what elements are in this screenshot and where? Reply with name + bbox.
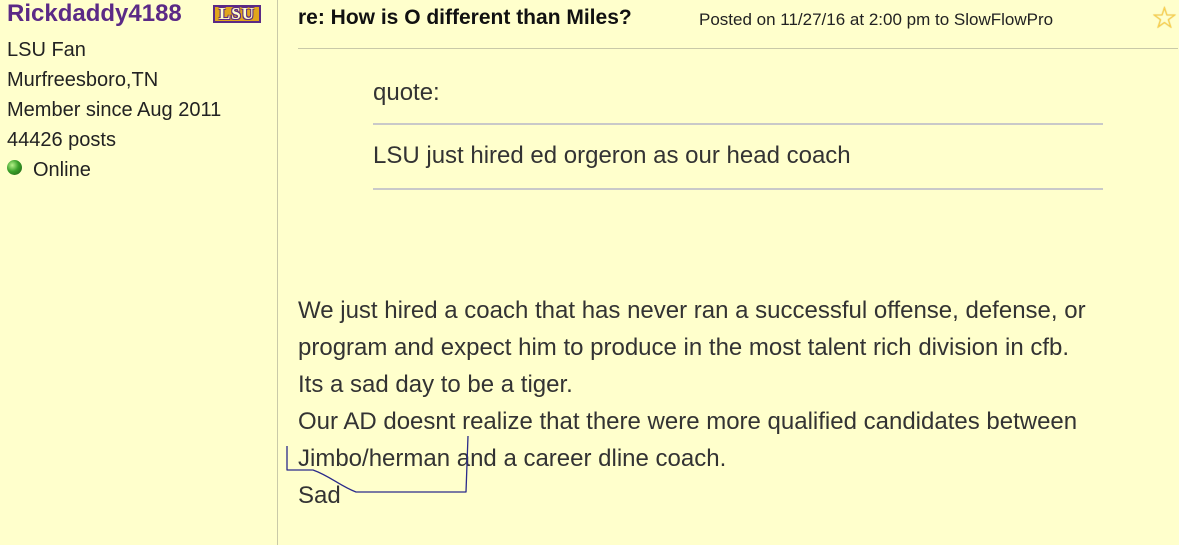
post-title: re: How is O different than Miles? xyxy=(298,6,632,29)
post-body-line: Its a sad day to be a tiger. xyxy=(298,371,573,398)
fan-of-label: LSU Fan xyxy=(7,39,86,61)
quote-divider-bottom xyxy=(373,188,1103,190)
quote-divider-top xyxy=(373,123,1103,125)
post-body-line: Our AD doesnt realize that there were mo… xyxy=(298,408,1078,435)
post-count-label: 44426 posts xyxy=(7,129,116,151)
post-header: re: How is O different than Miles? Poste… xyxy=(298,0,1178,49)
post-meta: Posted on 11/27/16 at 2:00 pm to SlowFlo… xyxy=(699,10,1054,29)
post-body-line: program and expect him to produce in the… xyxy=(298,334,1070,361)
online-status-icon xyxy=(7,160,22,175)
team-logo: LSU xyxy=(213,4,261,23)
username-link[interactable]: Rickdaddy4188 xyxy=(7,0,182,28)
quote-text: LSU just hired ed orgeron as our head co… xyxy=(373,142,851,169)
star-icon[interactable]: ☆ xyxy=(1151,4,1178,34)
location-label: Murfreesboro,TN xyxy=(7,69,159,91)
quote-block: quote: LSU just hired ed orgeron as our … xyxy=(373,78,1103,190)
quote-label: quote: xyxy=(373,79,440,106)
post-main: re: How is O different than Miles? Poste… xyxy=(278,0,1179,545)
post-body-line: We just hired a coach that has never ran… xyxy=(298,297,1086,324)
member-since-label: Member since Aug 2011 xyxy=(7,99,222,121)
post-body-line: Sad xyxy=(298,482,341,509)
post-body: We just hired a coach that has never ran… xyxy=(298,292,1173,514)
post-body-line: Jimbo/herman and a career dline coach. xyxy=(298,445,727,472)
user-sidebar: Rickdaddy4188 LSU LSU Fan Murfreesboro,T… xyxy=(0,0,278,545)
online-status-label: Online xyxy=(33,159,91,181)
